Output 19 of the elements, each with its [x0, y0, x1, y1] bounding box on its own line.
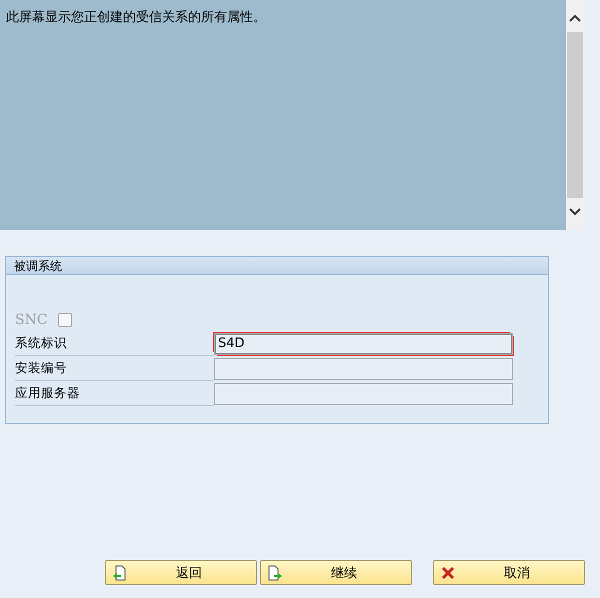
input-field[interactable]: S4D: [214, 332, 513, 354]
input-field[interactable]: [214, 382, 513, 404]
group-title: 被调系统: [6, 257, 548, 275]
scroll-down-icon[interactable]: [569, 208, 581, 216]
continue-button[interactable]: 继续: [260, 560, 412, 585]
snc-label: SNC: [15, 312, 48, 328]
document-back-icon: [112, 564, 128, 580]
scroll-thumb[interactable]: [567, 32, 583, 198]
field-label: 安装编号: [15, 356, 214, 381]
info-text: 此屏幕显示您正创建的受信关系的所有属性。: [6, 10, 266, 25]
cancel-icon: [440, 564, 456, 580]
input-field[interactable]: [214, 358, 513, 380]
cancel-button[interactable]: 取消: [433, 560, 585, 585]
back-button[interactable]: 返回: [105, 560, 257, 585]
document-forward-icon: [267, 564, 283, 580]
scroll-up-icon[interactable]: [569, 14, 581, 22]
field-label: 系统标识: [15, 331, 214, 356]
field-label: 应用服务器: [15, 381, 214, 406]
scrollbar[interactable]: [566, 0, 584, 230]
